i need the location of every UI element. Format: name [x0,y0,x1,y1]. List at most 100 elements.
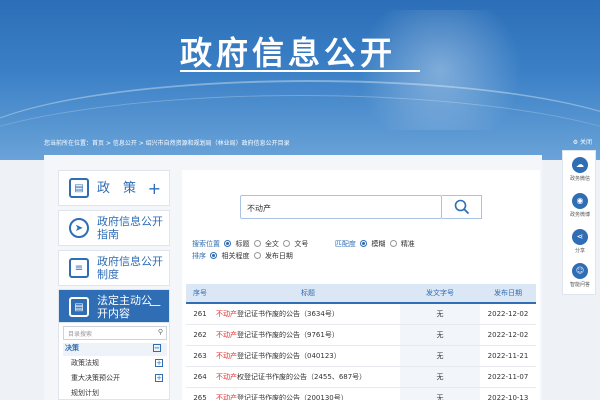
search-value: 不动产 [247,204,271,213]
tree-item-decision[interactable]: 决策 − [63,343,167,356]
radio-match[interactable] [389,240,397,247]
expand-icon[interactable]: + [155,374,163,382]
table-header: 序号 标题 发文字号 发布日期 [186,284,536,302]
option-label: 模糊 [371,240,386,248]
sort-label: 排序 [192,252,206,260]
search-icon [454,199,469,215]
keyword-highlight: 不动产 [216,394,237,400]
radio-position[interactable] [253,240,261,247]
keyword-highlight: 不动产 [216,331,237,339]
search-button[interactable] [442,195,482,219]
wechat-icon: ☁ [572,157,588,173]
option-label: 标题 [235,240,250,248]
close-button[interactable]: ⚙ 关闭 [573,137,592,146]
table-row[interactable]: 261 不动产登记证书作废的公告（3634号）无 2022-12-02 [186,304,536,325]
header-title: 标题 [301,289,315,297]
floating-sidebar: ☁ 政务微信 ◉ 政务微博 ⋖ 分享 ☺ 智能问答 [562,150,596,295]
list-doc-icon: ≡ [69,258,89,278]
option-label: 相关程度 [221,252,250,260]
radio-sort[interactable] [253,252,261,259]
nav-system[interactable]: ≡ 政府信息公开制度 [58,250,170,286]
cell-date: 2022-10-13 [487,394,529,400]
search-icon[interactable]: ⚲ [158,328,163,336]
collapse-icon[interactable]: — [149,298,161,312]
cell-no: 263 [193,352,207,360]
title-text: 登记证书作废的公告（200130号） [237,394,348,400]
results-table: 序号 标题 发文字号 发布日期 261 不动产登记证书作废的公告（3634号）无 2… [186,284,536,400]
cell-date: 2022-12-02 [487,310,529,318]
header-no: 序号 [193,289,207,297]
radio-sort[interactable] [210,252,218,259]
wechat-button[interactable]: ☁ 政务微信 [563,157,597,182]
radio-position[interactable] [224,240,232,247]
share-icon: ⋖ [572,229,588,245]
title-text: 登记证书作废的公告（9761号） [237,331,339,339]
title-text: 登记证书作废的公告（040123） [237,352,341,360]
sort-options-row: 排序 相关程度 发布日期 [192,251,293,261]
close-label: 关闭 [579,139,592,146]
collapse-icon[interactable]: − [153,344,161,352]
cell-title[interactable]: 不动产登记证书作废的公告（9761号） [214,330,400,340]
cell-date: 2022-12-02 [487,331,529,339]
page-title: 政府信息公开 [180,34,397,72]
cell-title[interactable]: 不动产权登记证书作废的公告（2455、687号） [214,372,400,382]
tree-label: 决策 [65,344,79,352]
calendar-icon: ▤ [69,178,89,198]
keyword-highlight: 不动产 [216,352,237,360]
cell-doc-no: 无 [400,325,480,345]
tree-label: 重大决策预公开 [71,374,120,382]
tree-label: 政策法规 [71,359,99,367]
cell-title[interactable]: 不动产登记证书作废的公告（200130号） [214,393,400,400]
cell-title[interactable]: 不动产登记证书作废的公告（040123） [214,351,400,361]
header-doc-no: 发文字号 [426,289,454,297]
match-label: 匹配度 [334,240,356,248]
tree-label: 规划计划 [71,389,99,397]
sidebar-label: 分享 [574,248,585,254]
compass-icon: ➤ [69,218,89,238]
table-row[interactable]: 264 不动产权登记证书作废的公告（2455、687号）无 2022-11-07 [186,367,536,388]
search-placeholder: 目录搜索 [68,331,93,338]
qa-button[interactable]: ☺ 智能问答 [563,263,597,288]
cell-date: 2022-11-21 [487,352,529,360]
option-label: 发布日期 [264,252,293,260]
tree-item[interactable]: 规划计划 [65,388,169,400]
directory-search-input[interactable]: 目录搜索 ⚲ [63,326,167,340]
keyword-highlight: 不动产 [216,373,237,381]
tree-item[interactable]: 政策法规 + [65,358,169,371]
nav-label: 政府信息公开制度 [97,255,163,281]
weibo-button[interactable]: ◉ 政务微博 [563,193,597,218]
header-date: 发布日期 [494,289,522,297]
cell-doc-no: 无 [400,367,480,387]
option-label: 精准 [400,240,415,248]
position-label: 搜索位置 [192,240,220,248]
directory-tree: 目录搜索 ⚲ 决策 − 政策法规 + 重大决策预公开 + 规划计划 [58,322,170,400]
calendar-icon: ▤ [69,297,89,317]
cell-no: 261 [193,310,207,318]
expand-icon[interactable]: + [155,359,163,367]
cell-title[interactable]: 不动产登记证书作废的公告（3634号） [214,309,400,319]
table-row[interactable]: 262 不动产登记证书作废的公告（9761号）无 2022-12-02 [186,325,536,346]
option-label: 全文 [264,240,279,248]
radio-position[interactable] [283,240,291,247]
tree-item[interactable]: 重大决策预公开 + [65,373,169,386]
share-button[interactable]: ⋖ 分享 [563,229,597,254]
title-text: 权登记证书作废的公告（2455、687号） [237,373,367,381]
option-label: 文号 [294,240,309,248]
cell-doc-no: 无 [400,388,480,400]
nav-guide[interactable]: ➤ 政府信息公开指南 [58,210,170,246]
table-row[interactable]: 263 不动产登记证书作废的公告（040123）无 2022-11-21 [186,346,536,367]
nav-label: 政 策 [97,180,137,196]
nav-statutory[interactable]: ▤ 法定主动公开内容 — [58,289,170,325]
search-input[interactable]: 不动产 [240,195,442,219]
nav-policy[interactable]: ▤ 政 策 + [58,170,170,206]
cell-doc-no: 无 [400,346,480,366]
cell-no: 262 [193,331,207,339]
sidebar-label: 政务微博 [569,212,590,218]
radio-match[interactable] [360,240,368,247]
table-row[interactable]: 265 不动产登记证书作废的公告（200130号）无 2022-10-13 [186,388,536,400]
expand-icon[interactable]: + [148,179,161,198]
weibo-icon: ◉ [572,193,588,209]
cell-no: 264 [193,373,207,381]
sidebar-label: 政务微信 [569,176,590,182]
cell-doc-no: 无 [400,304,480,324]
